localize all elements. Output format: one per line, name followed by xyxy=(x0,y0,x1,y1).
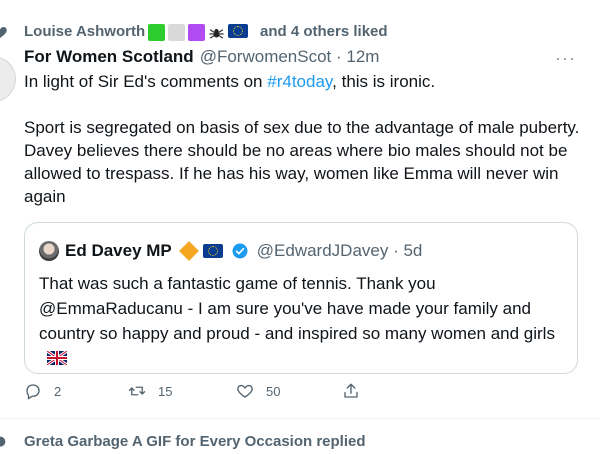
retweet-icon xyxy=(128,386,146,396)
author-name[interactable]: For Women Scotland xyxy=(24,47,194,66)
like-button[interactable]: 50 xyxy=(236,382,280,400)
liker-emojis xyxy=(148,24,252,41)
liker-name[interactable]: Louise Ashworth xyxy=(24,20,145,44)
replied-context-text[interactable]: Greta Garbage A GIF for Every Occasion r… xyxy=(24,430,366,454)
share-icon xyxy=(344,383,358,398)
heart-icon xyxy=(0,27,7,38)
tweet-text-prefix: In light of Sir Ed's comments on xyxy=(24,72,268,91)
liked-suffix[interactable]: and 4 others liked xyxy=(260,20,388,44)
purple-square-icon xyxy=(188,24,205,41)
quoted-avatar xyxy=(39,241,59,261)
reply-button[interactable]: 2 xyxy=(24,382,61,400)
reply-count: 2 xyxy=(54,383,62,399)
like-icon xyxy=(237,384,253,398)
orange-diamond-icon xyxy=(178,241,199,261)
tweet-actions: 2 15 50 xyxy=(24,382,384,408)
white-square-icon xyxy=(168,24,185,41)
hashtag-link[interactable]: #r4today xyxy=(267,72,332,91)
author-meta[interactable]: @ForwomenScot · 12m xyxy=(200,47,380,66)
spider-icon xyxy=(209,28,224,39)
uk-flag-icon xyxy=(47,351,67,365)
tweet-text-suffix: , this is ironic. xyxy=(332,72,436,91)
tweet-header: For Women Scotland @ForwomenScot · 12m xyxy=(24,44,379,70)
quoted-tweet[interactable]: Ed Davey MP @EdwardJDavey · 5d That was … xyxy=(24,222,578,374)
divider xyxy=(0,418,600,419)
green-square-icon xyxy=(148,24,165,41)
share-button[interactable] xyxy=(342,382,360,400)
reply-context-icon xyxy=(0,436,6,447)
retweet-button[interactable]: 15 xyxy=(128,382,172,400)
quoted-author-name: Ed Davey MP xyxy=(65,241,172,260)
like-count: 50 xyxy=(266,383,281,399)
quoted-handle: @EdwardJDavey · 5d xyxy=(256,241,423,260)
eu-flag-icon xyxy=(202,244,223,258)
quoted-tweet-header: Ed Davey MP @EdwardJDavey · 5d xyxy=(39,239,422,263)
verified-badge-icon xyxy=(232,243,248,259)
eu-flag-icon xyxy=(228,24,248,38)
retweet-count: 15 xyxy=(158,383,173,399)
tweet-text-paragraph: Sport is segregated on basis of sex due … xyxy=(24,118,580,206)
tweet-text: In light of Sir Ed's comments on #r4toda… xyxy=(24,70,580,208)
avatar[interactable] xyxy=(0,56,16,102)
quoted-text-body: That was such a fantastic game of tennis… xyxy=(39,274,555,343)
more-options-icon[interactable]: ··· xyxy=(555,48,576,69)
reply-icon xyxy=(26,384,40,400)
quoted-tweet-text: That was such a fantastic game of tennis… xyxy=(39,271,559,371)
